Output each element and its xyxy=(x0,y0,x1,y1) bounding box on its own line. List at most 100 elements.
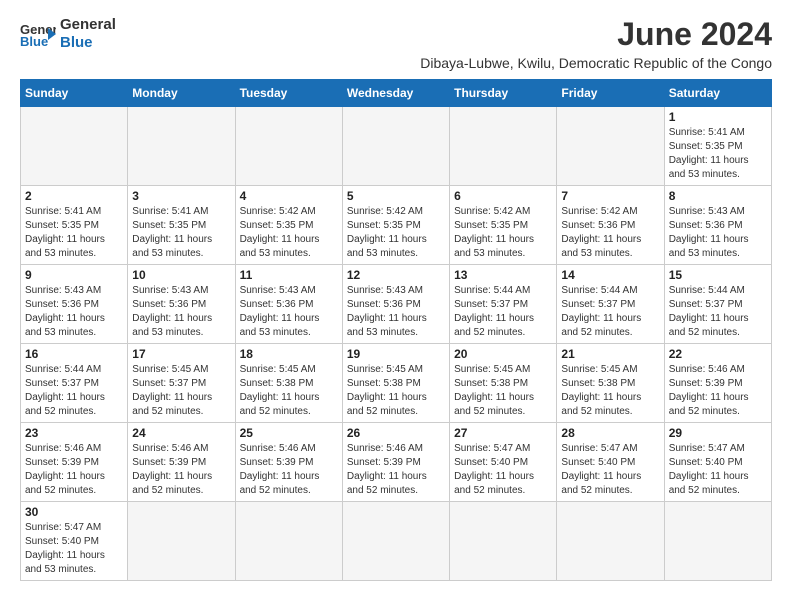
calendar-cell xyxy=(128,502,235,581)
sun-info: Sunrise: 5:41 AM Sunset: 5:35 PM Dayligh… xyxy=(25,205,123,261)
calendar-cell: 17 Sunrise: 5:45 AM Sunset: 5:37 PM Dayli… xyxy=(128,344,235,423)
day-number: 11 xyxy=(240,268,338,282)
calendar-cell: 24Sunrise: 5:46 AM Sunset: 5:39 PM Dayli… xyxy=(128,423,235,502)
sun-info: Sunrise: 5:44 AM Sunset: 5:37 PM Dayligh… xyxy=(454,284,552,340)
weekday-header-thursday: Thursday xyxy=(450,80,557,107)
calendar-cell: 23 Sunrise: 5:46 AM Sunset: 5:39 PM Dayli… xyxy=(21,423,128,502)
calendar-cell: 14 Sunrise: 5:44 AM Sunset: 5:37 PM Dayli… xyxy=(557,265,664,344)
calendar-cell xyxy=(450,502,557,581)
sun-info: Sunrise: 5:42 AM Sunset: 5:35 PM Dayligh… xyxy=(347,205,445,261)
calendar-cell: 25Sunrise: 5:46 AM Sunset: 5:39 PM Dayli… xyxy=(235,423,342,502)
month-year: June 2024 xyxy=(420,16,772,53)
day-number: 4 xyxy=(240,189,338,203)
calendar-cell xyxy=(342,502,449,581)
sun-info: Sunrise: 5:41 AM Sunset: 5:35 PM Dayligh… xyxy=(669,126,767,182)
sun-info: Sunrise: 5:44 AM Sunset: 5:37 PM Dayligh… xyxy=(561,284,659,340)
weekday-header-tuesday: Tuesday xyxy=(235,80,342,107)
day-number: 12 xyxy=(347,268,445,282)
calendar-cell: 13 Sunrise: 5:44 AM Sunset: 5:37 PM Dayli… xyxy=(450,265,557,344)
sun-info: Sunrise: 5:46 AM Sunset: 5:39 PM Dayligh… xyxy=(240,442,338,498)
sun-info: Sunrise: 5:45 AM Sunset: 5:37 PM Dayligh… xyxy=(132,363,230,419)
calendar-cell: 22 Sunrise: 5:46 AM Sunset: 5:39 PM Dayli… xyxy=(664,344,771,423)
day-number: 2 xyxy=(25,189,123,203)
sun-info: Sunrise: 5:46 AM Sunset: 5:39 PM Dayligh… xyxy=(347,442,445,498)
day-number: 26 xyxy=(347,426,445,440)
location: Dibaya-Lubwe, Kwilu, Democratic Republic… xyxy=(420,55,772,71)
calendar-cell: 20 Sunrise: 5:45 AM Sunset: 5:38 PM Dayli… xyxy=(450,344,557,423)
sun-info: Sunrise: 5:43 AM Sunset: 5:36 PM Dayligh… xyxy=(669,205,767,261)
weekday-header-monday: Monday xyxy=(128,80,235,107)
calendar-cell: 26 Sunrise: 5:46 AM Sunset: 5:39 PM Dayli… xyxy=(342,423,449,502)
logo: General Blue General Blue xyxy=(20,16,116,52)
calendar-cell: 3 Sunrise: 5:41 AM Sunset: 5:35 PM Daylig… xyxy=(128,186,235,265)
calendar-cell: 28Sunrise: 5:47 AM Sunset: 5:40 PM Dayli… xyxy=(557,423,664,502)
sun-info: Sunrise: 5:43 AM Sunset: 5:36 PM Dayligh… xyxy=(25,284,123,340)
sun-info: Sunrise: 5:42 AM Sunset: 5:35 PM Dayligh… xyxy=(240,205,338,261)
weekday-header-wednesday: Wednesday xyxy=(342,80,449,107)
calendar-cell: 15 Sunrise: 5:44 AM Sunset: 5:37 PM Dayli… xyxy=(664,265,771,344)
calendar: SundayMondayTuesdayWednesdayThursdayFrid… xyxy=(20,79,772,581)
sun-info: Sunrise: 5:42 AM Sunset: 5:36 PM Dayligh… xyxy=(561,205,659,261)
day-number: 8 xyxy=(669,189,767,203)
calendar-cell xyxy=(235,107,342,186)
calendar-cell xyxy=(557,502,664,581)
weekday-header-friday: Friday xyxy=(557,80,664,107)
calendar-cell: 16 Sunrise: 5:44 AM Sunset: 5:37 PM Dayli… xyxy=(21,344,128,423)
sun-info: Sunrise: 5:45 AM Sunset: 5:38 PM Dayligh… xyxy=(347,363,445,419)
sun-info: Sunrise: 5:41 AM Sunset: 5:35 PM Dayligh… xyxy=(132,205,230,261)
calendar-cell: 10 Sunrise: 5:43 AM Sunset: 5:36 PM Dayli… xyxy=(128,265,235,344)
day-number: 13 xyxy=(454,268,552,282)
svg-text:Blue: Blue xyxy=(20,34,48,48)
calendar-cell: 7Sunrise: 5:42 AM Sunset: 5:36 PM Daylig… xyxy=(557,186,664,265)
weekday-header-saturday: Saturday xyxy=(664,80,771,107)
calendar-cell: 5 Sunrise: 5:42 AM Sunset: 5:35 PM Daylig… xyxy=(342,186,449,265)
day-number: 19 xyxy=(347,347,445,361)
day-number: 22 xyxy=(669,347,767,361)
day-number: 24 xyxy=(132,426,230,440)
sun-info: Sunrise: 5:44 AM Sunset: 5:37 PM Dayligh… xyxy=(669,284,767,340)
calendar-cell xyxy=(450,107,557,186)
day-number: 16 xyxy=(25,347,123,361)
day-number: 23 xyxy=(25,426,123,440)
weekday-header-row: SundayMondayTuesdayWednesdayThursdayFrid… xyxy=(21,80,772,107)
sun-info: Sunrise: 5:46 AM Sunset: 5:39 PM Dayligh… xyxy=(25,442,123,498)
day-number: 9 xyxy=(25,268,123,282)
sun-info: Sunrise: 5:47 AM Sunset: 5:40 PM Dayligh… xyxy=(454,442,552,498)
title-block: June 2024 Dibaya-Lubwe, Kwilu, Democrati… xyxy=(420,16,772,71)
calendar-cell: 27Sunrise: 5:47 AM Sunset: 5:40 PM Dayli… xyxy=(450,423,557,502)
header: General Blue General Blue June 2024 Diba… xyxy=(20,16,772,71)
calendar-cell: 11 Sunrise: 5:43 AM Sunset: 5:36 PM Dayli… xyxy=(235,265,342,344)
calendar-cell: 4 Sunrise: 5:42 AM Sunset: 5:35 PM Daylig… xyxy=(235,186,342,265)
calendar-cell: 21Sunrise: 5:45 AM Sunset: 5:38 PM Dayli… xyxy=(557,344,664,423)
calendar-cell: 29Sunrise: 5:47 AM Sunset: 5:40 PM Dayli… xyxy=(664,423,771,502)
sun-info: Sunrise: 5:47 AM Sunset: 5:40 PM Dayligh… xyxy=(669,442,767,498)
day-number: 1 xyxy=(669,110,767,124)
sun-info: Sunrise: 5:44 AM Sunset: 5:37 PM Dayligh… xyxy=(25,363,123,419)
day-number: 3 xyxy=(132,189,230,203)
calendar-cell: 12 Sunrise: 5:43 AM Sunset: 5:36 PM Dayli… xyxy=(342,265,449,344)
sun-info: Sunrise: 5:45 AM Sunset: 5:38 PM Dayligh… xyxy=(240,363,338,419)
weekday-header-sunday: Sunday xyxy=(21,80,128,107)
calendar-cell xyxy=(342,107,449,186)
day-number: 10 xyxy=(132,268,230,282)
sun-info: Sunrise: 5:46 AM Sunset: 5:39 PM Dayligh… xyxy=(669,363,767,419)
calendar-week-row: 1 Sunrise: 5:41 AM Sunset: 5:35 PM Daylig… xyxy=(21,107,772,186)
logo-general-text: General xyxy=(60,16,116,34)
day-number: 14 xyxy=(561,268,659,282)
calendar-cell: 2 Sunrise: 5:41 AM Sunset: 5:35 PM Daylig… xyxy=(21,186,128,265)
logo-blue-text: Blue xyxy=(60,34,116,52)
day-number: 5 xyxy=(347,189,445,203)
day-number: 15 xyxy=(669,268,767,282)
calendar-week-row: 30Sunrise: 5:47 AM Sunset: 5:40 PM Dayli… xyxy=(21,502,772,581)
logo-icon: General Blue xyxy=(20,20,56,48)
sun-info: Sunrise: 5:43 AM Sunset: 5:36 PM Dayligh… xyxy=(347,284,445,340)
sun-info: Sunrise: 5:43 AM Sunset: 5:36 PM Dayligh… xyxy=(132,284,230,340)
calendar-cell: 30Sunrise: 5:47 AM Sunset: 5:40 PM Dayli… xyxy=(21,502,128,581)
sun-info: Sunrise: 5:45 AM Sunset: 5:38 PM Dayligh… xyxy=(454,363,552,419)
sun-info: Sunrise: 5:43 AM Sunset: 5:36 PM Dayligh… xyxy=(240,284,338,340)
day-number: 20 xyxy=(454,347,552,361)
calendar-cell: 18Sunrise: 5:45 AM Sunset: 5:38 PM Dayli… xyxy=(235,344,342,423)
calendar-week-row: 9 Sunrise: 5:43 AM Sunset: 5:36 PM Daylig… xyxy=(21,265,772,344)
calendar-cell xyxy=(664,502,771,581)
day-number: 17 xyxy=(132,347,230,361)
